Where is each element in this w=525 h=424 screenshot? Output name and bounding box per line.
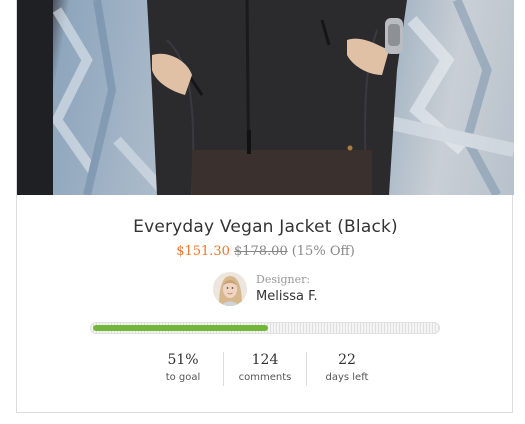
designer-label: Designer:	[256, 273, 311, 286]
price-row: $151.30 $178.00 (15% Off)	[17, 244, 514, 259]
product-image[interactable]	[17, 0, 514, 195]
stat-goal-value: 51%	[167, 352, 199, 368]
designer-name[interactable]: Melissa F.	[256, 289, 318, 304]
stat-days-left: 22 days left	[306, 350, 388, 388]
designer-avatar[interactable]	[213, 272, 247, 306]
stat-goal-label: to goal	[165, 372, 201, 383]
stat-days-label: days left	[325, 372, 369, 383]
stat-goal: 51% to goal	[142, 350, 224, 388]
stat-comments: 124 comments	[224, 350, 306, 388]
discount-label: (15% Off)	[291, 244, 355, 259]
sale-price: $151.30	[176, 244, 230, 259]
product-title[interactable]: Everyday Vegan Jacket (Black)	[17, 217, 514, 237]
product-card[interactable]: Everyday Vegan Jacket (Black) $151.30 $17…	[16, 0, 514, 413]
funding-progress-bar	[90, 322, 440, 334]
stat-days-value: 22	[338, 352, 356, 368]
stat-comments-label: comments	[238, 372, 292, 383]
stat-comments-value: 124	[251, 352, 279, 368]
campaign-stats: 51% to goal 124 comments 22 days left	[17, 350, 514, 390]
original-price: $178.00	[233, 244, 288, 259]
funding-progress-fill	[93, 325, 269, 331]
